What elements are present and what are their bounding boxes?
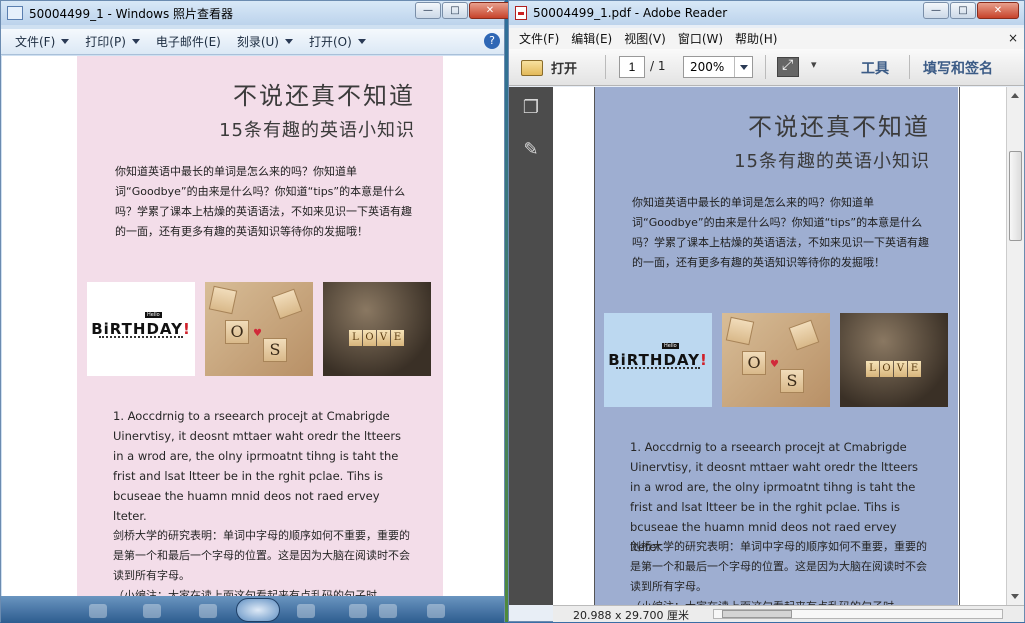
attachment-icon[interactable]: ✎ [521, 139, 541, 161]
scroll-up-icon[interactable] [1011, 93, 1019, 98]
navigation-pane: ❐ ✎ [509, 87, 553, 605]
birthday-image: Hello BiRTHDAY! [87, 282, 195, 376]
folder-icon [521, 59, 543, 76]
page-total: / 1 [650, 59, 666, 73]
delete-icon[interactable] [427, 604, 445, 618]
menu-help[interactable]: 帮助(H) [729, 30, 783, 47]
slideshow-button[interactable] [236, 598, 280, 622]
item1-english: 1. Aoccdrnig to a rseearch procejt at Cm… [113, 409, 402, 523]
reader-window-controls: — □ ✕ [923, 2, 1019, 19]
menu-file[interactable]: 文件(F) [7, 33, 77, 50]
photo-viewer-window: 50004499_1 - Windows 照片查看器 — □ ✕ 文件(F) 打… [0, 0, 511, 623]
pdf-icon [515, 6, 527, 20]
next-icon[interactable] [297, 604, 315, 618]
menu-print[interactable]: 打印(P) [77, 33, 148, 50]
status-bar: 20.988 x 29.700 厘米 [553, 605, 1024, 622]
item1-chinese: 剑桥大学的研究表明：单词中字母的顺序如何不重要，重要的是第一个和最后一个字母的位… [630, 540, 927, 593]
doc-title: 不说还真不知道 [748, 113, 930, 141]
image-row: Hello BiRTHDAY! O ♥ S L O V E [87, 282, 433, 376]
pdf-page: 不说还真不知道 15条有趣的英语小知识 你知道英语中最长的单词是怎么来的吗？你知… [594, 87, 958, 605]
chevron-down-icon [61, 39, 70, 44]
reader-title: 50004499_1.pdf - Adobe Reader [533, 6, 728, 20]
birthday-image: Hello BiRTHDAY! [604, 313, 712, 407]
minimize-button[interactable]: — [923, 2, 949, 19]
close-button[interactable]: ✕ [469, 2, 511, 19]
doc-intro: 你知道英语中最长的单词是怎么来的吗？你知道单词“Goodbye”的由来是什么吗？… [632, 196, 929, 269]
photo-viewer-canvas: 不说还真不知道 15条有趣的英语小知识 你知道英语中最长的单词是怎么来的吗？你知… [2, 56, 504, 596]
reader-menubar: 文件(F) 编辑(E) 视图(V) 窗口(W) 帮助(H) [509, 28, 1024, 49]
scroll-thumb[interactable] [1009, 151, 1022, 241]
menu-email[interactable]: 电子邮件(E) [148, 33, 229, 50]
photo-viewer-title: 50004499_1 - Windows 照片查看器 [29, 6, 234, 21]
menu-edit[interactable]: 编辑(E) [565, 30, 618, 47]
document-view: 不说还真不知道 15条有趣的英语小知识 你知道英语中最长的单词是怎么来的吗？你知… [553, 87, 1006, 605]
page-number-input[interactable] [619, 56, 645, 78]
menu-view[interactable]: 视图(V) [618, 30, 672, 47]
scroll-down-icon[interactable] [1011, 594, 1019, 599]
photo-viewer-menubar: 文件(F) 打印(P) 电子邮件(E) 刻录(U) 打开(O) ? [1, 29, 504, 55]
item1-chinese: 剑桥大学的研究表明：单词中字母的顺序如何不重要，重要的是第一个和最后一个字母的位… [113, 529, 410, 582]
rotate-left-icon[interactable] [349, 604, 367, 618]
pages-icon[interactable]: ❐ [521, 97, 541, 119]
previous-icon[interactable] [199, 604, 217, 618]
horizontal-scrollbar[interactable] [713, 609, 1003, 619]
maximize-button[interactable]: □ [442, 2, 468, 19]
chevron-down-icon[interactable] [734, 57, 752, 77]
chevron-down-icon [357, 39, 366, 44]
scrabble-tiles-image: O ♥ S [205, 282, 313, 376]
more-options-icon[interactable]: ▾ [811, 58, 817, 71]
menu-burn[interactable]: 刻录(U) [229, 33, 301, 50]
help-icon[interactable]: ? [484, 33, 500, 49]
item1-note: （小编注：大家在读上面这句看起来有点乱码的句子时 [630, 597, 936, 605]
adobe-reader-window: 50004499_1.pdf - Adobe Reader — □ ✕ 文件(F… [508, 0, 1025, 622]
fullscreen-icon[interactable] [777, 57, 799, 77]
open-button[interactable]: 打开 [521, 58, 577, 77]
heart-icon: ♥ [253, 328, 262, 339]
menu-file[interactable]: 文件(F) [513, 30, 565, 47]
rotate-right-icon[interactable] [379, 604, 397, 618]
fit-icon[interactable] [143, 604, 161, 618]
tools-button[interactable]: 工具 [861, 58, 889, 78]
minimize-button[interactable]: — [415, 2, 441, 19]
doc-title: 不说还真不知道 [233, 82, 415, 110]
close-document-icon[interactable]: × [1008, 31, 1018, 45]
love-dice-image: L O V E [323, 282, 431, 376]
scrabble-tiles-image: O ♥ S [722, 313, 830, 407]
image-row: Hello BiRTHDAY! O ♥ S L O V E [604, 313, 950, 407]
page-dimensions: 20.988 x 29.700 厘米 [573, 609, 689, 622]
doc-intro: 你知道英语中最长的单词是怎么来的吗？你知道单词“Goodbye”的由来是什么吗？… [115, 165, 412, 238]
zoom-icon[interactable] [89, 604, 107, 618]
doc-subtitle: 15条有趣的英语小知识 [219, 120, 415, 141]
photo-viewer-window-controls: — □ ✕ [415, 2, 511, 19]
doc-subtitle: 15条有趣的英语小知识 [734, 151, 930, 172]
menu-open[interactable]: 打开(O) [301, 33, 374, 50]
photo-viewer-controls-bar [1, 596, 504, 623]
photo-viewer-app-icon [7, 6, 23, 20]
love-dice-image: L O V E [840, 313, 948, 407]
menu-window[interactable]: 窗口(W) [672, 30, 729, 47]
vertical-scrollbar[interactable] [1006, 87, 1024, 605]
document-page: 不说还真不知道 15条有趣的英语小知识 你知道英语中最长的单词是怎么来的吗？你知… [77, 56, 443, 596]
zoom-select[interactable]: 200% [683, 56, 753, 78]
maximize-button[interactable]: □ [950, 2, 976, 19]
close-button[interactable]: ✕ [977, 2, 1019, 19]
reader-toolbar: 打开 / 1 200% ▾ 工具 填写和签名 [509, 49, 1024, 86]
item1-note: （小编注：大家在读上面这句看起来有点乱码的句子时 [113, 589, 377, 596]
fill-sign-button[interactable]: 填写和签名 [923, 58, 993, 78]
scroll-thumb[interactable] [722, 610, 792, 618]
heart-icon: ♥ [770, 359, 779, 370]
chevron-down-icon [285, 39, 293, 44]
chevron-down-icon [131, 39, 140, 44]
